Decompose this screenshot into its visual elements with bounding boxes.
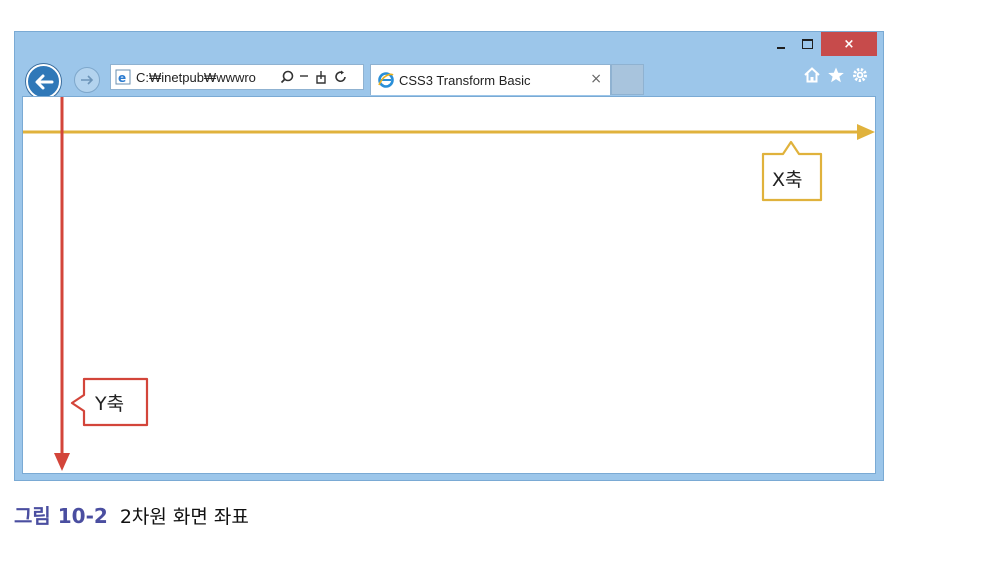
tab-css3-transform-basic[interactable]: CSS3 Transform Basic ×	[370, 64, 611, 95]
close-window-button[interactable]: ×	[821, 32, 877, 56]
y-axis-label: Y축	[95, 393, 125, 415]
home-icon[interactable]	[803, 66, 821, 84]
page-content-area: X축 Y축	[22, 96, 876, 474]
x-axis	[23, 124, 875, 140]
toolbar-right-icons	[803, 66, 869, 84]
window-controls: ×	[767, 32, 877, 57]
caption-text: 2차원 화면 좌표	[119, 506, 249, 528]
address-bar[interactable]: e C:₩inetpub₩wwwro	[110, 64, 364, 90]
tab-close-button[interactable]: ×	[590, 71, 602, 87]
tab-title: CSS3 Transform Basic	[399, 72, 531, 88]
x-axis-label: X축	[772, 169, 803, 191]
settings-gear-icon[interactable]	[851, 66, 869, 84]
axes-diagram	[23, 97, 875, 471]
browser-window: × e C:₩inetpub₩wwwro CSS3 Transform Basi…	[14, 31, 884, 481]
back-button[interactable]	[26, 64, 61, 99]
refresh-icon[interactable]	[334, 70, 348, 84]
compatibility-icon[interactable]	[314, 70, 328, 84]
y-axis	[54, 97, 70, 471]
favorites-star-icon[interactable]	[827, 66, 845, 84]
minimize-button[interactable]	[767, 32, 794, 56]
search-icon[interactable]	[280, 70, 294, 84]
address-input[interactable]: C:₩inetpub₩wwwro	[136, 70, 276, 85]
caption-label: 그림 10-2	[14, 504, 108, 528]
maximize-button[interactable]	[794, 32, 821, 56]
browser-toolbar: e C:₩inetpub₩wwwro CSS3 Transform Basic …	[15, 62, 883, 99]
figure-caption: 그림 10-2 2차원 화면 좌표	[14, 500, 249, 529]
new-tab-button[interactable]	[611, 64, 644, 95]
back-arrow-icon	[35, 74, 53, 89]
forward-button[interactable]	[74, 67, 100, 93]
svg-text:e: e	[118, 71, 126, 85]
ie-icon	[378, 72, 394, 88]
page-icon: e	[114, 68, 132, 86]
forward-arrow-icon	[81, 75, 94, 85]
dropdown-icon[interactable]	[300, 74, 308, 80]
